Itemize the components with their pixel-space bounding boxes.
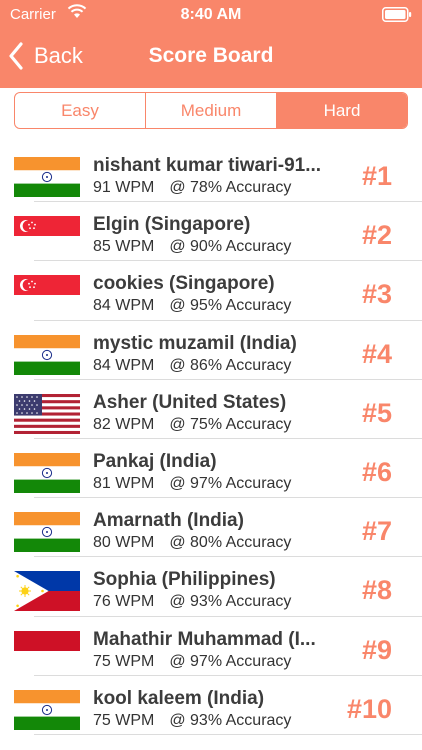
player-stats: 75 WPM @ 97% Accuracy <box>93 653 291 671</box>
score-row[interactable]: Sophia (Philippines) 76 WPM @ 93% Accuracy… <box>0 557 422 617</box>
wpm-value: 82 WPM <box>93 415 155 433</box>
player-name: nishant kumar tiwari-91... <box>93 155 322 176</box>
tab-hard[interactable]: Hard <box>276 93 407 128</box>
accuracy-value: @ 86% Accuracy <box>169 356 292 374</box>
accuracy-value: @ 75% Accuracy <box>169 415 292 433</box>
flag <box>14 512 80 553</box>
flag <box>14 571 80 612</box>
wpm-value: 76 WPM <box>93 593 155 611</box>
rank-label: #7 <box>361 516 392 547</box>
player-name: Mahathir Muhammad (I... <box>93 628 316 650</box>
rank-label: #9 <box>361 634 392 665</box>
wpm-value: 91 WPM <box>93 179 155 196</box>
philippines-flag-icon <box>14 571 80 612</box>
flag <box>14 334 80 375</box>
singapore-flag-icon <box>14 216 80 257</box>
indonesia-flag-icon <box>14 630 80 671</box>
player-stats: 80 WPM @ 80% Accuracy <box>93 534 291 552</box>
accuracy-value: @ 97% Accuracy <box>169 474 292 492</box>
india-flag-icon <box>14 452 80 493</box>
score-row[interactable]: kool kaleem (India) 75 WPM @ 93% Accuracy #… <box>0 676 422 735</box>
score-row[interactable]: Amarnath (India) 80 WPM @ 80% Accuracy #7 <box>0 498 422 558</box>
player-stats: 91 WPM @ 78% Accuracy <box>93 179 291 197</box>
score-row[interactable]: mystic muzamil (India) 84 WPM @ 86% Accura… <box>0 321 422 380</box>
india-flag-icon <box>14 512 80 553</box>
battery-icon <box>382 7 412 22</box>
score-row[interactable]: cookies (Singapore) 84 WPM @ 95% Accuracy #… <box>0 261 422 321</box>
player-name: Sophia (Philippines) <box>93 569 276 591</box>
accuracy-value: @ 95% Accuracy <box>169 297 292 315</box>
score-row[interactable]: Mahathir Muhammad (I... 75 WPM @ 97% Accur… <box>0 617 422 676</box>
wpm-value: 85 WPM <box>93 238 155 256</box>
player-stats: 85 WPM @ 90% Accuracy <box>93 238 291 256</box>
accuracy-value: @ 90% Accuracy <box>169 238 292 256</box>
rank-label: #8 <box>361 575 392 606</box>
tab-medium[interactable]: Medium <box>145 93 276 128</box>
wpm-value: 81 WPM <box>93 474 155 492</box>
accuracy-value: @ 78% Accuracy <box>169 179 292 196</box>
player-name: kool kaleem (India) <box>93 687 265 709</box>
rank-label: #4 <box>361 338 392 369</box>
score-list: nishant kumar tiwari-91... 91 WPM @ 78% Ac… <box>0 143 422 735</box>
rank-label: #10 <box>346 693 392 724</box>
india-flag-icon <box>14 334 80 375</box>
score-row[interactable]: nishant kumar tiwari-91... 91 WPM @ 78% Ac… <box>0 143 422 203</box>
rank-label: #5 <box>361 397 392 428</box>
flag <box>14 216 80 257</box>
wpm-value: 80 WPM <box>93 534 155 552</box>
player-stats: 76 WPM @ 93% Accuracy <box>93 593 291 611</box>
usa-flag-icon <box>14 393 80 434</box>
india-flag-icon <box>14 157 80 197</box>
player-name: cookies (Singapore) <box>93 273 275 295</box>
wpm-value: 84 WPM <box>93 356 155 374</box>
score-row[interactable]: Elgin (Singapore) 85 WPM @ 90% Accuracy #2 <box>0 202 422 262</box>
navigation-bar: Back Score Board <box>0 30 422 88</box>
score-row[interactable]: Asher (United States) 82 WPM @ 75% Accurac… <box>0 380 422 439</box>
wpm-value: 84 WPM <box>93 297 155 315</box>
header-bar: Carrier 8:40 AM Back Score Board <box>0 0 422 88</box>
flag <box>14 275 80 316</box>
flag <box>14 689 80 730</box>
india-flag-icon <box>14 689 80 730</box>
player-stats: 81 WPM @ 97% Accuracy <box>93 475 291 493</box>
row-divider <box>34 733 422 735</box>
accuracy-value: @ 80% Accuracy <box>169 534 292 552</box>
player-stats: 75 WPM @ 93% Accuracy <box>93 712 291 730</box>
flag <box>14 452 80 493</box>
player-name: mystic muzamil (India) <box>93 332 297 354</box>
player-name: Pankaj (India) <box>93 450 217 472</box>
rank-label: #6 <box>361 456 392 487</box>
singapore-flag-icon <box>14 275 80 316</box>
player-name: Asher (United States) <box>93 391 287 413</box>
flag <box>14 157 80 197</box>
rank-label: #3 <box>361 279 392 310</box>
accuracy-value: @ 93% Accuracy <box>169 593 292 611</box>
flag <box>14 630 80 671</box>
player-stats: 84 WPM @ 95% Accuracy <box>93 297 291 315</box>
wpm-value: 75 WPM <box>93 652 155 670</box>
rank-label: #2 <box>361 220 392 251</box>
rank-label: #1 <box>361 161 392 191</box>
page-title: Score Board <box>148 44 274 67</box>
player-name: Elgin (Singapore) <box>93 214 251 236</box>
accuracy-value: @ 97% Accuracy <box>169 652 292 670</box>
status-time: 8:40 AM <box>180 6 242 23</box>
score-row[interactable]: Pankaj (India) 81 WPM @ 97% Accuracy #6 <box>0 439 422 499</box>
difficulty-segmented-control: Easy Medium Hard <box>14 92 408 129</box>
flag <box>14 393 80 434</box>
player-stats: 82 WPM @ 75% Accuracy <box>93 416 291 434</box>
tab-easy[interactable]: Easy <box>15 93 145 128</box>
wpm-value: 75 WPM <box>93 711 155 729</box>
status-bar: Carrier 8:40 AM <box>0 0 422 30</box>
accuracy-value: @ 93% Accuracy <box>169 711 292 729</box>
player-name: Amarnath (India) <box>93 510 244 532</box>
player-stats: 84 WPM @ 86% Accuracy <box>93 357 291 375</box>
